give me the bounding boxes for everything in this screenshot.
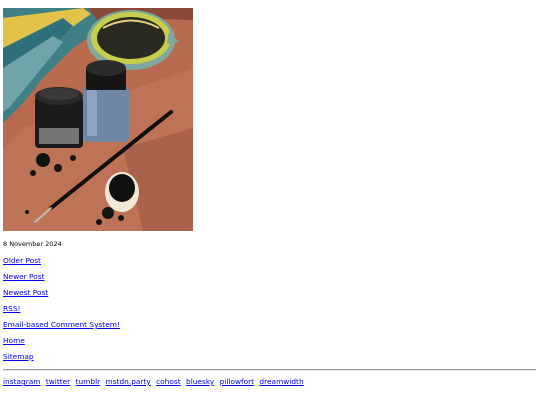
newest-post-link[interactable]: Newest Post (3, 288, 48, 298)
footer-divider (3, 369, 536, 371)
ink-splotch (36, 153, 50, 167)
ink-splotch (102, 207, 114, 219)
ink-splotch (25, 210, 29, 214)
ink-pot-ink (109, 174, 135, 202)
instagram-link[interactable]: instagram (3, 377, 40, 386)
home-link[interactable]: Home (3, 336, 25, 346)
pillowfort-link[interactable]: pillowfort (220, 377, 254, 386)
ink-splotch (54, 164, 62, 172)
ink-splotch (30, 170, 36, 176)
older-post-link[interactable]: Older Post (3, 256, 41, 266)
ink-still-life-illustration (3, 8, 193, 231)
black-jar-lid-top (39, 88, 79, 100)
dreamwidth-link[interactable]: dreamwidth (259, 377, 303, 386)
twitter-link[interactable]: twitter (46, 377, 70, 386)
blue-bottle-shine (87, 90, 97, 136)
post-photo (3, 8, 193, 231)
bowl-ink (97, 17, 165, 59)
black-jar-label (39, 128, 79, 144)
cohost-link[interactable]: cohost (156, 377, 181, 386)
blue-bottle-cap-lid (86, 60, 126, 76)
tumblr-link[interactable]: tumblr (76, 377, 101, 386)
sitemap-link[interactable]: Sitemap (3, 352, 34, 362)
bluesky-link[interactable]: bluesky (186, 377, 214, 386)
ink-splotch (96, 219, 102, 225)
social-links: instagram twitter tumblr mstdn.party coh… (3, 377, 307, 387)
rss-link[interactable]: RSS! (3, 304, 20, 314)
post-date: 8 November 2024 (3, 240, 62, 248)
ink-splotch (70, 155, 76, 161)
newer-post-link[interactable]: Newer Post (3, 272, 45, 282)
comment-system-link[interactable]: Email-based Comment System! (3, 320, 120, 330)
ink-splotch (118, 215, 124, 221)
mastodon-link[interactable]: mstdn.party (106, 377, 151, 386)
